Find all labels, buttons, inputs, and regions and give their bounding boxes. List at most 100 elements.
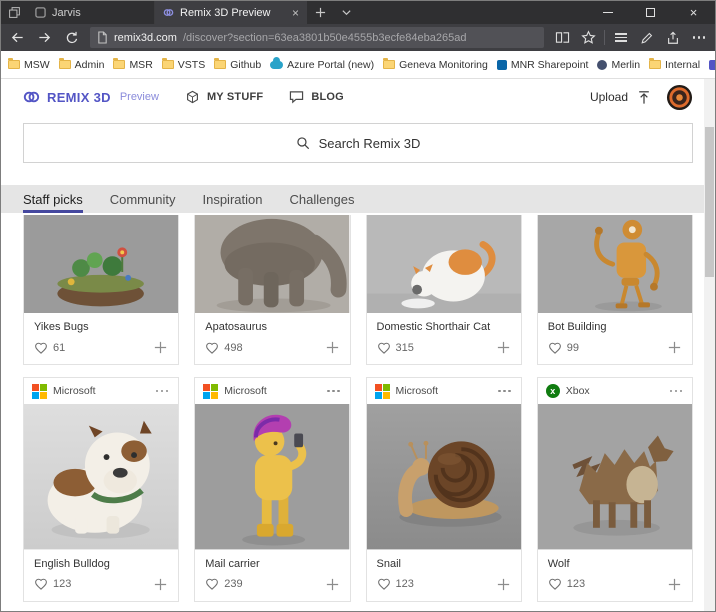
- page-scrollbar[interactable]: [704, 79, 715, 611]
- add-to-board-button[interactable]: [325, 340, 340, 355]
- refresh-button[interactable]: [58, 24, 85, 51]
- new-tab-button[interactable]: [307, 1, 333, 24]
- share-button[interactable]: [660, 24, 686, 51]
- nav-blog[interactable]: BLOG: [289, 90, 344, 104]
- like-button[interactable]: [377, 577, 391, 591]
- favorite-github[interactable]: Github: [214, 58, 261, 71]
- forward-button[interactable]: [31, 24, 58, 51]
- favorite-vsts[interactable]: VSTS: [161, 58, 205, 71]
- tab-inspiration[interactable]: Inspiration: [202, 185, 262, 213]
- blog-icon: [290, 91, 304, 104]
- page-icon: [98, 31, 107, 44]
- publisher-name: Microsoft: [395, 385, 439, 398]
- maximize-button[interactable]: [629, 1, 672, 24]
- minimize-button[interactable]: [586, 1, 629, 24]
- browser-tab-remix[interactable]: Remix 3D Preview ×: [155, 1, 307, 24]
- tab-challenges[interactable]: Challenges: [289, 185, 354, 213]
- plus-icon: [497, 342, 509, 354]
- model-card[interactable]: Yikes Bugs 61: [23, 215, 180, 366]
- close-button[interactable]: ×: [672, 1, 715, 24]
- category-tabs: Staff picks Community Inspiration Challe…: [1, 185, 715, 213]
- tab-staff-picks[interactable]: Staff picks: [23, 185, 83, 213]
- add-to-board-button[interactable]: [153, 340, 168, 355]
- nav-my-stuff[interactable]: MY STUFF: [185, 90, 263, 104]
- favorite-label: Admin: [74, 58, 105, 71]
- model-card[interactable]: Microsoft English Bulldog 123: [23, 377, 180, 602]
- favorite-geneva[interactable]: Geneva Monitoring: [383, 58, 488, 71]
- like-button[interactable]: [205, 577, 219, 591]
- like-button[interactable]: [34, 341, 48, 355]
- model-thumbnail[interactable]: [24, 215, 179, 314]
- folder-icon: [383, 58, 396, 69]
- model-thumbnail[interactable]: [366, 404, 521, 550]
- model-thumbnail[interactable]: [366, 215, 521, 314]
- add-to-board-button[interactable]: [667, 577, 682, 592]
- card-menu-button[interactable]: [325, 386, 342, 397]
- hub-button[interactable]: [608, 24, 634, 51]
- folder-icon: [113, 58, 126, 69]
- browser-tab-jarvis[interactable]: Jarvis: [27, 1, 155, 24]
- merlin-icon: [597, 59, 608, 70]
- favorite-sharepoint[interactable]: MNR Sharepoint: [496, 58, 589, 71]
- tab-title: Jarvis: [52, 6, 81, 19]
- like-count: 61: [53, 341, 66, 354]
- cloud-icon: [270, 56, 284, 69]
- model-thumbnail[interactable]: [537, 215, 692, 314]
- add-to-board-button[interactable]: [496, 340, 511, 355]
- scrollbar-thumb[interactable]: [705, 127, 714, 277]
- add-to-board-button[interactable]: [667, 340, 682, 355]
- model-thumbnail[interactable]: [195, 215, 350, 314]
- model-card[interactable]: Microsoft Mail carrier 239: [194, 377, 351, 602]
- set-tabs-aside-button[interactable]: [1, 1, 27, 24]
- plus-icon: [326, 578, 338, 590]
- like-count: 123: [53, 578, 72, 591]
- back-icon: [11, 32, 23, 43]
- favorite-msw[interactable]: MSW: [8, 58, 50, 71]
- avatar[interactable]: [666, 84, 693, 111]
- like-button[interactable]: [548, 341, 562, 355]
- add-to-board-button[interactable]: [153, 577, 168, 592]
- model-card[interactable]: Domestic Shorthair Cat 315: [365, 215, 522, 366]
- favorite-internal[interactable]: Internal: [649, 58, 700, 71]
- brand-name: REMIX 3D: [47, 89, 111, 105]
- tab-close-button[interactable]: ×: [292, 7, 299, 19]
- tab-community[interactable]: Community: [110, 185, 176, 213]
- remix-site-icon: [709, 59, 715, 70]
- tab-list-button[interactable]: [333, 1, 359, 24]
- model-card[interactable]: Bot Building 99: [536, 215, 693, 366]
- model-card[interactable]: Apatosaurus 498: [194, 215, 351, 366]
- model-card[interactable]: Microsoft Snail 123: [365, 377, 522, 602]
- like-button[interactable]: [377, 341, 391, 355]
- favorite-azure-portal[interactable]: Azure Portal (new): [270, 56, 374, 71]
- model-thumbnail[interactable]: [24, 404, 179, 550]
- favorite-remix3d[interactable]: Remix3D: [709, 59, 715, 71]
- plus-icon: [315, 7, 325, 18]
- heart-icon: [206, 578, 219, 590]
- search-placeholder: Search Remix 3D: [318, 135, 421, 151]
- favorite-msr[interactable]: MSR: [113, 58, 153, 71]
- card-menu-button[interactable]: [154, 386, 171, 397]
- remix-home-link[interactable]: REMIX 3D Preview: [23, 90, 159, 105]
- favorite-merlin[interactable]: Merlin: [597, 59, 640, 71]
- reading-view-button[interactable]: [549, 24, 575, 51]
- upload-button[interactable]: Upload: [590, 90, 651, 105]
- add-favorite-button[interactable]: [575, 24, 601, 51]
- model-card[interactable]: x Xbox Wolf 123: [536, 377, 693, 602]
- more-button[interactable]: [686, 24, 712, 51]
- card-menu-button[interactable]: [668, 386, 685, 397]
- model-thumbnail[interactable]: [537, 404, 692, 550]
- search-input[interactable]: Search Remix 3D: [23, 123, 693, 163]
- back-button[interactable]: [4, 24, 31, 51]
- favorite-admin[interactable]: Admin: [58, 58, 105, 71]
- card-menu-button[interactable]: [496, 386, 513, 397]
- add-to-board-button[interactable]: [496, 577, 511, 592]
- url-field[interactable]: remix3d.com/discover?section=63ea3801b50…: [90, 27, 544, 48]
- like-button[interactable]: [205, 341, 219, 355]
- model-thumbnail[interactable]: [195, 404, 350, 550]
- favorite-label: MNR Sharepoint: [510, 58, 589, 71]
- like-button[interactable]: [548, 577, 562, 591]
- like-button[interactable]: [34, 577, 48, 591]
- web-note-button[interactable]: [634, 24, 660, 51]
- hub-icon: [615, 33, 627, 42]
- add-to-board-button[interactable]: [325, 577, 340, 592]
